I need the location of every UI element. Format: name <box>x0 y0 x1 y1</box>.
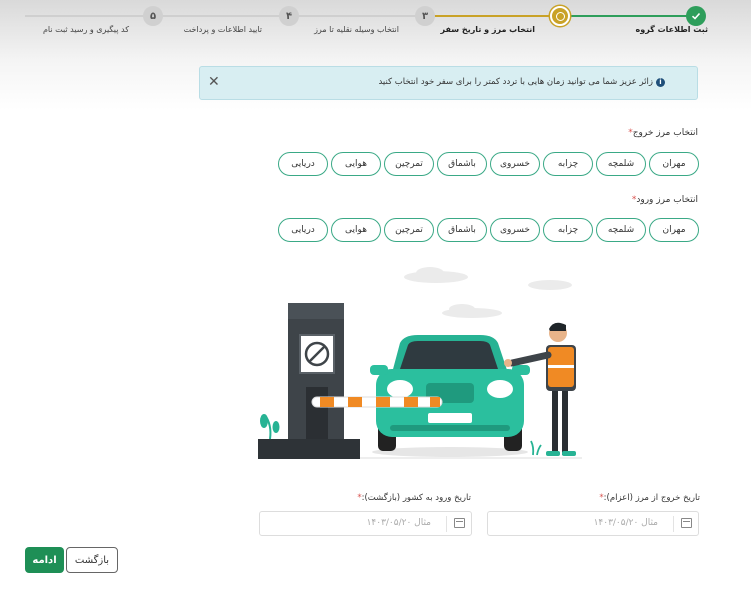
step-1-label: ثبت اطلاعات گروه <box>635 25 709 34</box>
step-3-marker: ۳ <box>415 6 435 26</box>
entry-date-label-text: تاریخ ورود به کشور (بازگشت): <box>361 493 471 503</box>
step-3-label: انتخاب وسیله نقلیه تا مرز <box>314 25 399 34</box>
exit-border-option-chazabeh[interactable]: چزابه <box>543 152 593 176</box>
step-5-label: کد پیگیری و رسید ثبت نام <box>42 25 129 34</box>
step-1-done-marker <box>686 6 706 26</box>
border-checkpoint-illustration <box>258 267 582 459</box>
exit-border-option-air[interactable]: هوایی <box>331 152 381 176</box>
info-alert: i زائر عزیز شما می توانید زمان هایی با ت… <box>199 66 698 100</box>
entry-border-option-khosravi[interactable]: خسروی <box>490 218 540 242</box>
stepper-line-complete <box>560 15 696 17</box>
continue-button[interactable]: ادامه <box>25 547 64 573</box>
exit-border-label-text: انتخاب مرز خروج <box>632 128 698 138</box>
info-icon: i <box>656 78 665 87</box>
step-4-label: تایید اطلاعات و پرداخت <box>183 25 262 34</box>
entry-border-option-mehran[interactable]: مهران <box>649 218 699 242</box>
exit-date-field[interactable]: مثال ۱۴۰۳/۰۵/۲۰ <box>487 511 699 536</box>
entry-border-option-shalamcheh[interactable]: شلمچه <box>596 218 646 242</box>
entry-border-option-sea[interactable]: دریایی <box>278 218 328 242</box>
exit-border-option-khosravi[interactable]: خسروی <box>490 152 540 176</box>
exit-date-label-text: تاریخ خروج از مرز (اعزام): <box>603 493 700 503</box>
step-2-active-marker <box>550 6 570 26</box>
alert-text: زائر عزیز شما می توانید زمان هایی با ترد… <box>378 77 653 87</box>
exit-border-option-mehran[interactable]: مهران <box>649 152 699 176</box>
exit-border-option-sea[interactable]: دریایی <box>278 152 328 176</box>
field-divider <box>446 516 447 532</box>
calendar-icon[interactable] <box>681 518 692 528</box>
exit-border-options: مهران شلمچه چزابه خسروی باشماق تمرچین هو… <box>278 152 699 176</box>
step-5-marker: ۵ <box>143 6 163 26</box>
stepper-line-active <box>425 15 560 17</box>
entry-border-options: مهران شلمچه چزابه خسروی باشماق تمرچین هو… <box>278 218 699 242</box>
exit-border-option-tamarchin[interactable]: تمرچین <box>384 152 434 176</box>
field-divider <box>673 516 674 532</box>
close-icon[interactable]: ✕ <box>208 74 220 90</box>
back-button[interactable]: بازگشت <box>66 547 118 573</box>
exit-border-option-shalamcheh[interactable]: شلمچه <box>596 152 646 176</box>
step-2-label: انتخاب مرز و تاریخ سفر <box>440 25 535 34</box>
exit-border-label: انتخاب مرز خروج* <box>628 128 698 138</box>
entry-border-option-chazabeh[interactable]: چزابه <box>543 218 593 242</box>
entry-date-placeholder: مثال ۱۴۰۳/۰۵/۲۰ <box>366 518 431 528</box>
entry-border-option-air[interactable]: هوایی <box>331 218 381 242</box>
entry-border-option-bashmaq[interactable]: باشماق <box>437 218 487 242</box>
entry-border-label-text: انتخاب مرز ورود <box>636 195 698 205</box>
check-icon <box>691 12 701 20</box>
entry-date-field[interactable]: مثال ۱۴۰۳/۰۵/۲۰ <box>259 511 472 536</box>
exit-date-label: تاریخ خروج از مرز (اعزام):* <box>599 493 700 503</box>
entry-border-label: انتخاب مرز ورود* <box>632 195 698 205</box>
entry-border-option-tamarchin[interactable]: تمرچین <box>384 218 434 242</box>
stepper-line-pending <box>25 15 425 17</box>
step-4-marker: ۴ <box>279 6 299 26</box>
calendar-icon[interactable] <box>454 518 465 528</box>
exit-border-option-bashmaq[interactable]: باشماق <box>437 152 487 176</box>
entry-date-label: تاریخ ورود به کشور (بازگشت):* <box>357 493 471 503</box>
exit-date-placeholder: مثال ۱۴۰۳/۰۵/۲۰ <box>593 518 658 528</box>
